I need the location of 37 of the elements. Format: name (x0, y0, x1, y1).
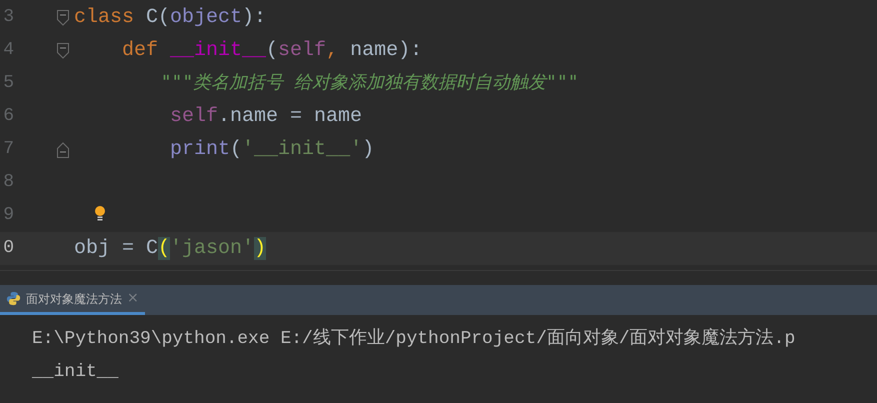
code-token: __init__ (170, 38, 266, 62)
code-token: print (169, 138, 230, 160)
line-number: 4 (2, 39, 14, 62)
fold-icon[interactable] (56, 8, 70, 26)
code-token: .name = name (218, 104, 362, 128)
code-token: ( (230, 138, 242, 160)
line-number: 9 (2, 204, 14, 227)
line-number: 3 (2, 6, 14, 29)
code-token: '__init__' (242, 138, 362, 160)
code-token: class (74, 6, 134, 28)
console-line: E:\Python39\python.exe E:/线下作业/pythonProject/面向对象/面对对象魔法方法.p (32, 326, 796, 351)
code-token: C( (145, 6, 170, 28)
console-line: __init__ (32, 361, 120, 384)
line-number: 5 (2, 72, 14, 95)
code-token: self (278, 38, 326, 62)
code-token: , (326, 38, 338, 62)
code-token: self (169, 104, 218, 128)
code-token: """类名加括号 给对象添加独有数据时自动触发""" (160, 72, 579, 92)
code-token: ( (158, 236, 170, 260)
lightbulb-icon[interactable] (94, 205, 106, 221)
code-token: object (170, 6, 242, 28)
python-icon (6, 291, 21, 306)
line-number: 0 (2, 237, 14, 260)
line-number: 7 (2, 138, 14, 161)
code-token: ) (254, 236, 266, 260)
code-token: obj = C (74, 236, 158, 260)
line-number: 8 (2, 171, 14, 194)
line-number: 6 (2, 105, 14, 128)
code-token: def (121, 38, 160, 62)
fold-icon[interactable] (56, 140, 70, 158)
run-tab[interactable]: 面对对象魔法方法 × (0, 285, 145, 315)
fold-icon[interactable] (56, 42, 70, 60)
code-token: ): (242, 6, 266, 28)
code-token: 'jason' (170, 236, 254, 260)
code-token: ( (266, 38, 278, 62)
code-token: ) (362, 138, 374, 160)
code-token: name): (349, 38, 422, 62)
